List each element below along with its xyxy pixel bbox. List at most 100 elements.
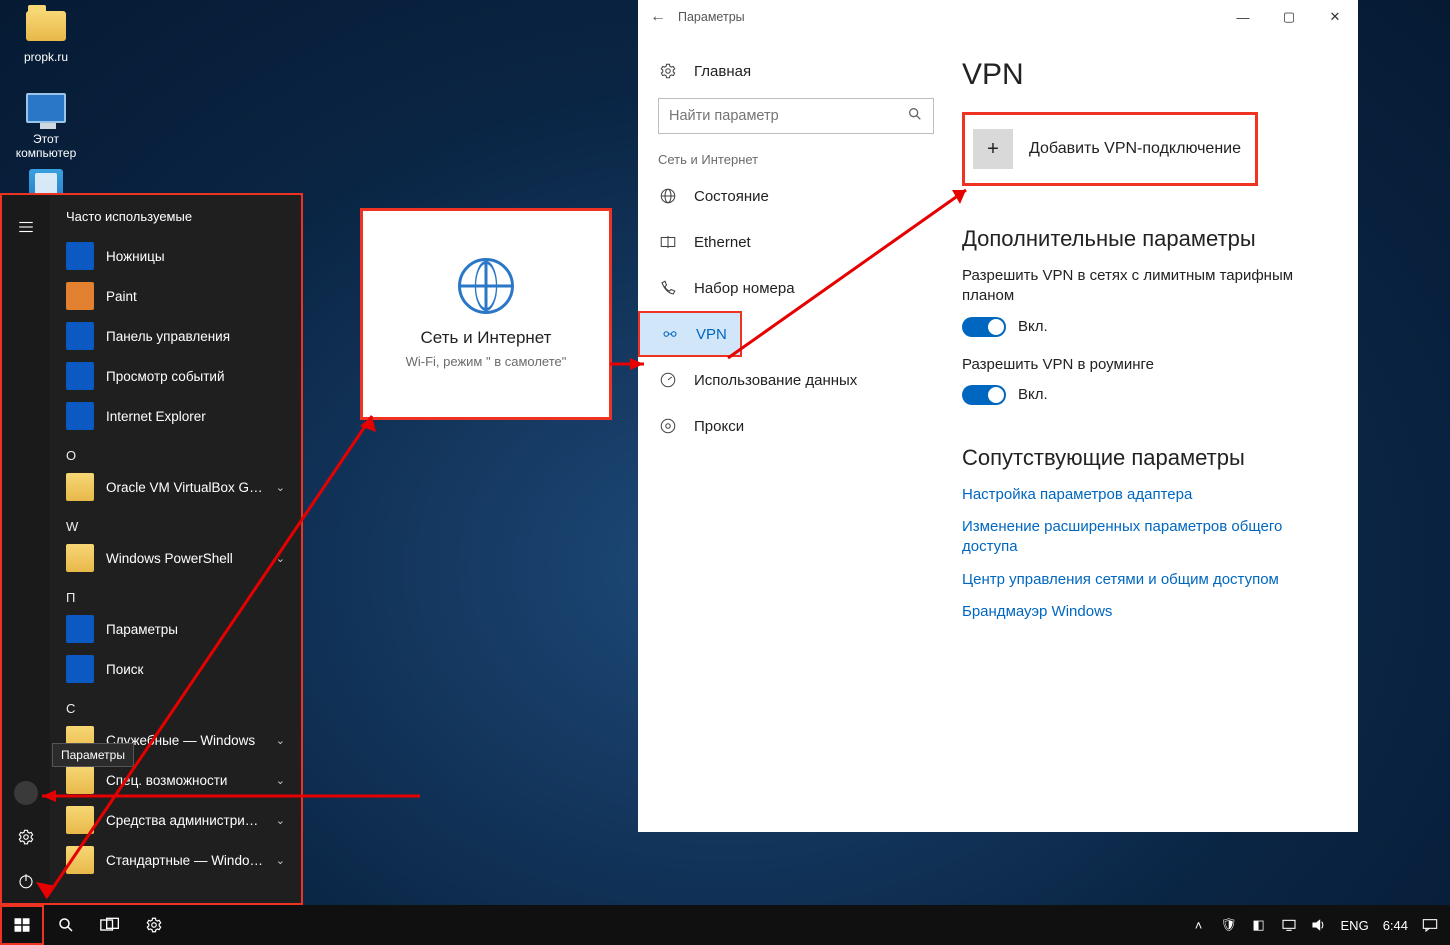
desktop-icon-this-pc[interactable]: Этот компьютер [6, 88, 86, 160]
hamburger-button[interactable] [2, 205, 50, 249]
tile-subtitle: Wi-Fi, режим " в самолете" [406, 354, 567, 371]
window-title: Параметры [678, 10, 1220, 24]
nav-item-dial[interactable]: Набор номера [658, 265, 962, 311]
settings-titlebar: ← Параметры — ▢ ✕ [638, 0, 1358, 34]
start-item[interactable]: Windows PowerShell⌄ [50, 538, 301, 578]
chevron-down-icon: ⌄ [276, 774, 285, 787]
start-item[interactable]: Просмотр событий [50, 356, 301, 396]
folder-icon [26, 11, 66, 41]
settings-tile-network[interactable]: Сеть и Интернет Wi-Fi, режим " в самолет… [360, 208, 612, 420]
power-icon [17, 872, 35, 890]
start-item[interactable]: Панель управления [50, 316, 301, 356]
tray-security-icon[interactable]: 🛡 [1221, 917, 1237, 933]
tray-language[interactable]: ENG [1341, 918, 1369, 933]
toggle-state: Вкл. [1018, 318, 1048, 335]
start-item-label: Средства администрировани... [106, 813, 264, 828]
meter-icon [658, 370, 678, 390]
toggle-metered[interactable]: Вкл. [962, 317, 1330, 337]
globe-icon [658, 186, 678, 206]
app-icon [66, 766, 94, 794]
tray-volume-icon[interactable] [1311, 917, 1327, 933]
start-letter-header[interactable]: С [50, 689, 301, 720]
user-avatar[interactable] [2, 771, 50, 815]
windows-icon [13, 916, 31, 934]
back-button[interactable]: ← [638, 8, 678, 26]
app-icon [66, 806, 94, 834]
nav-item-vpn[interactable]: VPN [638, 311, 742, 357]
nav-home[interactable]: Главная [658, 48, 962, 94]
tray-clock[interactable]: 6:44 [1383, 918, 1408, 933]
desktop-icon-propk[interactable]: propk.ru [6, 6, 86, 64]
close-button[interactable]: ✕ [1312, 0, 1358, 34]
settings-search[interactable] [658, 98, 934, 134]
tray-action-center-icon[interactable] [1422, 917, 1438, 933]
settings-rail-button[interactable] [2, 815, 50, 859]
app-icon [66, 242, 94, 270]
app-icon [66, 846, 94, 874]
start-item[interactable]: Paint [50, 276, 301, 316]
start-item[interactable]: Средства администрировани...⌄ [50, 800, 301, 840]
pc-icon [26, 93, 66, 123]
nav-item-globe[interactable]: Состояние [658, 173, 962, 219]
add-vpn-button[interactable]: + Добавить VPN-подключение [962, 112, 1258, 186]
switch-icon [962, 385, 1006, 405]
taskbar-settings[interactable] [132, 905, 176, 945]
nav-item-meter[interactable]: Использование данных [658, 357, 962, 403]
start-item-label: Windows PowerShell [106, 551, 264, 566]
chevron-down-icon: ⌄ [276, 734, 285, 747]
power-rail-button[interactable] [2, 859, 50, 903]
toggle-state: Вкл. [1018, 386, 1048, 403]
task-view-icon [100, 917, 120, 933]
plus-icon: + [973, 129, 1013, 169]
related-link[interactable]: Брандмауэр Windows [962, 602, 1330, 622]
start-item-label: Параметры [106, 622, 285, 637]
start-item[interactable]: Параметры [50, 609, 301, 649]
search-icon [57, 916, 75, 934]
related-link[interactable]: Изменение расширенных параметров общего … [962, 517, 1330, 558]
app-icon [66, 615, 94, 643]
task-view[interactable] [88, 905, 132, 945]
app-icon [66, 402, 94, 430]
app-icon [66, 282, 94, 310]
gear-icon [17, 828, 35, 846]
tray-chevron-up-icon[interactable]: ˄ [1191, 917, 1207, 933]
section-related: Сопутствующие параметры [962, 445, 1330, 471]
related-link[interactable]: Центр управления сетями и общим доступом [962, 570, 1330, 590]
opt-roaming-label: Разрешить VPN в роуминге [962, 355, 1330, 375]
minimize-button[interactable]: — [1220, 0, 1266, 34]
start-letter-header[interactable]: W [50, 507, 301, 538]
related-link[interactable]: Настройка параметров адаптера [962, 485, 1330, 505]
start-button[interactable] [0, 905, 44, 945]
start-item-label: Paint [106, 289, 285, 304]
start-letter-header[interactable]: О [50, 436, 301, 467]
app-icon [66, 362, 94, 390]
tray-network-icon[interactable] [1281, 917, 1297, 933]
settings-nav: Главная Сеть и Интернет СостояниеEtherne… [638, 34, 962, 832]
start-item-label: Internet Explorer [106, 409, 285, 424]
toggle-roaming[interactable]: Вкл. [962, 385, 1330, 405]
settings-window: ← Параметры — ▢ ✕ Главная [638, 0, 1358, 832]
start-letter-header[interactable]: П [50, 578, 301, 609]
search-input[interactable] [669, 108, 897, 124]
start-item[interactable]: Ножницы [50, 236, 301, 276]
add-vpn-label: Добавить VPN-подключение [1029, 140, 1241, 158]
nav-item-proxy[interactable]: Прокси [658, 403, 962, 449]
start-item[interactable]: Поиск [50, 649, 301, 689]
nav-item-ethernet[interactable]: Ethernet [658, 219, 962, 265]
start-item[interactable]: Oracle VM VirtualBox Guest A...⌄ [50, 467, 301, 507]
start-item-label: Ножницы [106, 249, 285, 264]
start-app-list[interactable]: Часто используемые НожницыPaintПанель уп… [50, 195, 301, 903]
tray-vbox-icon[interactable]: ◧ [1251, 917, 1267, 933]
settings-tooltip: Параметры [52, 743, 134, 767]
taskbar-search[interactable] [44, 905, 88, 945]
desktop: propk.ru Этот компьютер Корзина Параметр… [0, 0, 1450, 945]
taskbar: ˄ 🛡 ◧ ENG 6:44 [0, 905, 1450, 945]
nav-label: Состояние [694, 188, 769, 205]
start-item[interactable]: Internet Explorer [50, 396, 301, 436]
start-item[interactable]: Стандартные — Windows⌄ [50, 840, 301, 880]
app-icon [66, 544, 94, 572]
vpn-icon [660, 324, 680, 344]
maximize-button[interactable]: ▢ [1266, 0, 1312, 34]
section-advanced: Дополнительные параметры [962, 226, 1330, 252]
start-menu: Параметры Часто используемые НожницыPain… [0, 193, 303, 905]
